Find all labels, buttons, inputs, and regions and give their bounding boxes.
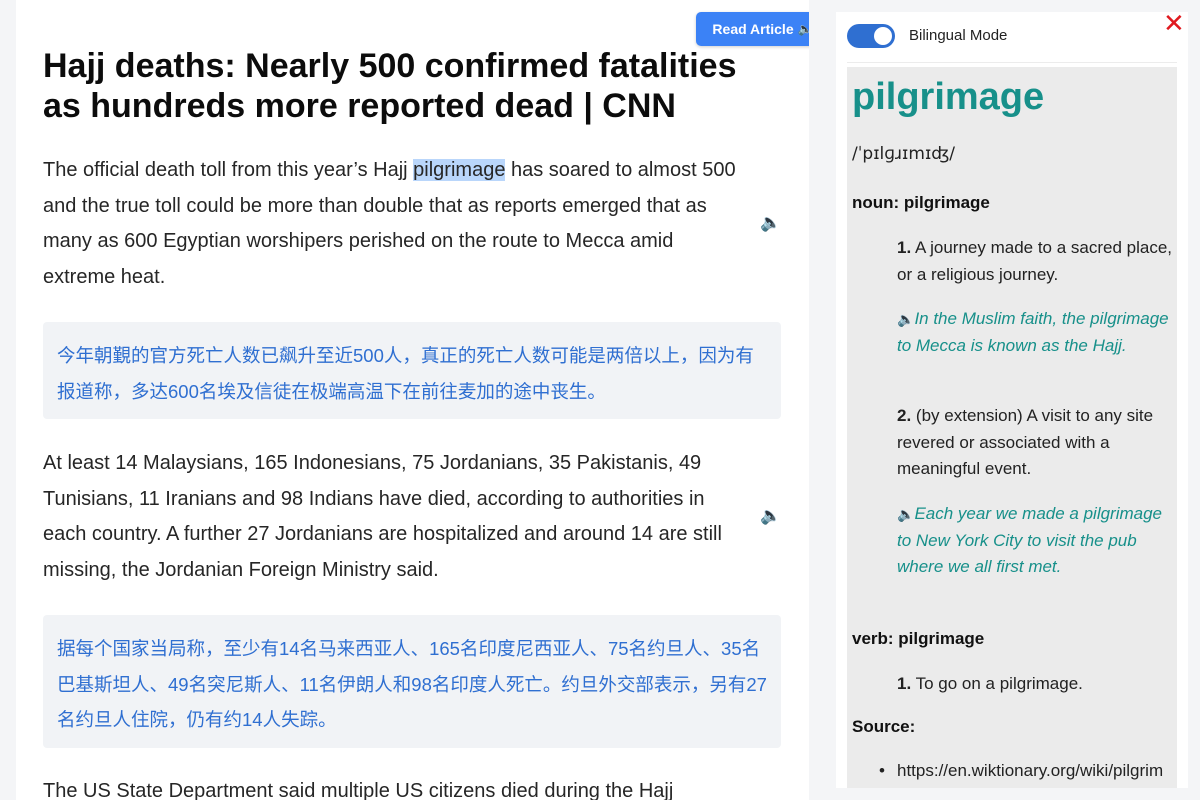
- speaker-icon[interactable]: 🔈: [897, 506, 914, 522]
- source-label: Source:: [852, 717, 916, 736]
- definition-text: A journey made to a sacred place, or a r…: [897, 238, 1173, 284]
- article-paragraph: The official death toll from this year’s…: [43, 153, 743, 295]
- part-of-speech-verb: verb: pilgrimage: [852, 629, 985, 648]
- bullet-icon: •: [879, 761, 885, 780]
- speaker-icon[interactable]: 🔈: [897, 311, 914, 327]
- article-paragraph: The US State Department said multiple US…: [43, 780, 674, 800]
- definition-number: 2.: [897, 406, 912, 425]
- article-pane: Read Article 🔈 Hajj deaths: Nearly 500 c…: [16, 0, 809, 800]
- highlighted-word[interactable]: pilgrimage: [413, 159, 506, 181]
- source-link[interactable]: https://en.wiktionary.org/wiki/pilgrim: [897, 761, 1163, 780]
- source-list-item: • https://en.wiktionary.org/wiki/pilgrim: [879, 761, 1163, 781]
- read-article-button[interactable]: Read Article 🔈: [696, 12, 809, 46]
- definition-number: 1.: [897, 674, 912, 693]
- example-text: Each year we made a pilgrimage to New Yo…: [897, 504, 1163, 576]
- read-article-label: Read Article: [712, 21, 794, 37]
- definition-text: To go on a pilgrimage.: [915, 674, 1083, 693]
- toggle-knob: [874, 27, 892, 45]
- translation-block: 据每个国家当局称，至少有14名马来西亚人、165名印度尼西亚人、75名约旦人、3…: [43, 615, 781, 748]
- close-icon[interactable]: ✕: [1163, 10, 1185, 36]
- definition-item: 1. A journey made to a sacred place, or …: [897, 235, 1177, 288]
- definition-item: 2. (by extension) A visit to any site re…: [897, 403, 1177, 483]
- headword: pilgrimage: [852, 76, 1045, 118]
- paragraph-text: The official death toll from this year’s…: [43, 159, 414, 181]
- example-sentence: 🔈Each year we made a pilgrimage to New Y…: [897, 501, 1177, 581]
- bilingual-mode-label: Bilingual Mode: [909, 27, 1008, 44]
- translation-block: 今年朝覲的官方死亡人数已飙升至近500人，真正的死亡人数可能是两倍以上，因为有报…: [43, 322, 781, 419]
- part-of-speech-noun: noun: pilgrimage: [852, 193, 990, 212]
- speaker-icon: 🔈: [797, 22, 809, 36]
- pronunciation: /ˈpɪlɡɹɪmɪʤ/: [852, 144, 955, 164]
- definition-number: 1.: [897, 238, 912, 257]
- definition-panel: pilgrimage /ˈpɪlɡɹɪmɪʤ/ noun: pilgrimage…: [847, 67, 1177, 788]
- article-title: Hajj deaths: Nearly 500 confirmed fatali…: [43, 47, 737, 125]
- bilingual-mode-toggle[interactable]: [847, 24, 895, 48]
- example-sentence: 🔈In the Muslim faith, the pilgrimage to …: [897, 306, 1177, 359]
- speaker-icon[interactable]: 🔈: [760, 506, 781, 526]
- example-text: In the Muslim faith, the pilgrimage to M…: [897, 309, 1169, 355]
- dictionary-pane: Bilingual Mode pilgrimage /ˈpɪlɡɹɪmɪʤ/ n…: [836, 12, 1188, 788]
- definition-text: (by extension) A visit to any site rever…: [897, 406, 1154, 478]
- article-paragraph: At least 14 Malaysians, 165 Indonesians,…: [43, 452, 722, 581]
- speaker-icon[interactable]: 🔈: [760, 213, 781, 233]
- definition-item: 1. To go on a pilgrimage.: [897, 671, 1177, 698]
- divider: [847, 62, 1177, 63]
